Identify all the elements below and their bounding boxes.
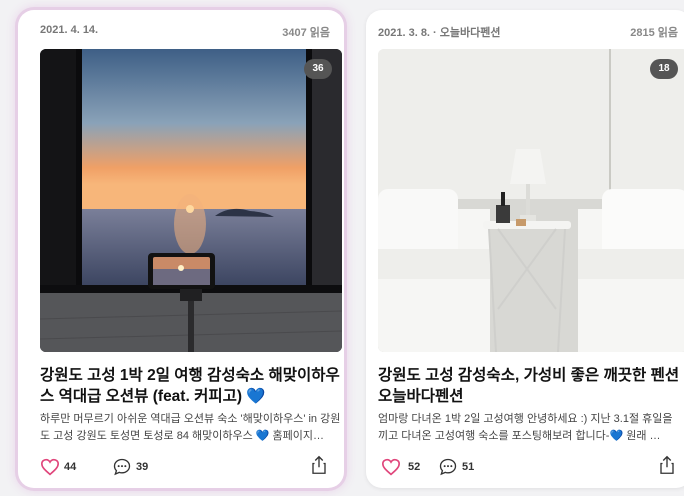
sunset-ocean-photo bbox=[40, 49, 342, 352]
heart-icon bbox=[40, 458, 60, 476]
heart-icon bbox=[381, 458, 401, 476]
comment-button[interactable]: 39 bbox=[112, 457, 148, 477]
post-thumbnail[interactable]: 18 bbox=[378, 49, 684, 352]
comment-icon bbox=[439, 458, 457, 476]
view-count: 2815 읽음 bbox=[630, 27, 678, 39]
share-icon bbox=[660, 455, 674, 474]
post-date: 2021. 3. 8. · 오늘바다펜션 bbox=[378, 27, 501, 39]
share-button[interactable] bbox=[658, 455, 676, 480]
post-actions: 52 51 bbox=[378, 455, 678, 480]
post-card[interactable]: 2021. 3. 8. · 오늘바다펜션 2815 읽음 18 강원도 고성 감 bbox=[366, 10, 684, 488]
like-count: 52 bbox=[408, 461, 421, 473]
like-button[interactable]: 44 bbox=[40, 457, 76, 477]
bedroom-photo bbox=[378, 49, 684, 352]
post-excerpt: 엄마랑 다녀온 1박 2일 고성여행 안녕하세요 :) 지난 3.1절 휴일을 … bbox=[378, 413, 673, 442]
comment-count: 51 bbox=[462, 461, 475, 473]
comment-button[interactable]: 51 bbox=[438, 457, 474, 477]
post-title[interactable]: 강원도 고성 1박 2일 여행 감성숙소 해맞이하우스 역대급 오션뷰 (fea… bbox=[40, 365, 344, 407]
view-count: 3407 읽음 bbox=[282, 27, 330, 39]
photo-count-badge: 36 bbox=[304, 59, 332, 79]
post-meta: 2021. 3. 8. · 오늘바다펜션 2815 읽음 bbox=[378, 24, 678, 40]
post-title[interactable]: 강원도 고성 감성숙소, 가성비 좋은 깨끗한 펜션 오늘바다펜션 bbox=[378, 365, 684, 407]
post-title-text: 강원도 고성 감성숙소, 가성비 좋은 깨끗한 펜션 오늘바다펜션 bbox=[378, 367, 680, 405]
post-meta: 2021. 4. 14. 3407 읽음 bbox=[40, 24, 330, 40]
share-button[interactable] bbox=[310, 455, 328, 480]
post-date: 2021. 4. 14. bbox=[40, 24, 99, 36]
post-excerpt: 하루만 머무르기 아쉬운 역대급 오션뷰 숙소 '해맞이하우스' in 강원도 … bbox=[40, 413, 341, 442]
like-count: 44 bbox=[64, 461, 77, 473]
comment-icon bbox=[113, 458, 131, 476]
post-title-text: 강원도 고성 1박 2일 여행 감성숙소 해맞이하우스 역대급 오션뷰 (fea… bbox=[40, 367, 340, 405]
blue-heart-emoji: 💙 bbox=[246, 388, 266, 405]
photo-count-badge: 18 bbox=[650, 59, 678, 79]
share-icon bbox=[312, 455, 326, 474]
comment-count: 39 bbox=[136, 461, 149, 473]
post-actions: 44 39 bbox=[40, 455, 330, 480]
post-card[interactable]: 2021. 4. 14. 3407 읽음 36 강원도 고성 1박 2일 여행 … bbox=[18, 10, 344, 488]
post-thumbnail[interactable]: 36 bbox=[40, 49, 342, 352]
like-button[interactable]: 52 bbox=[378, 457, 420, 477]
